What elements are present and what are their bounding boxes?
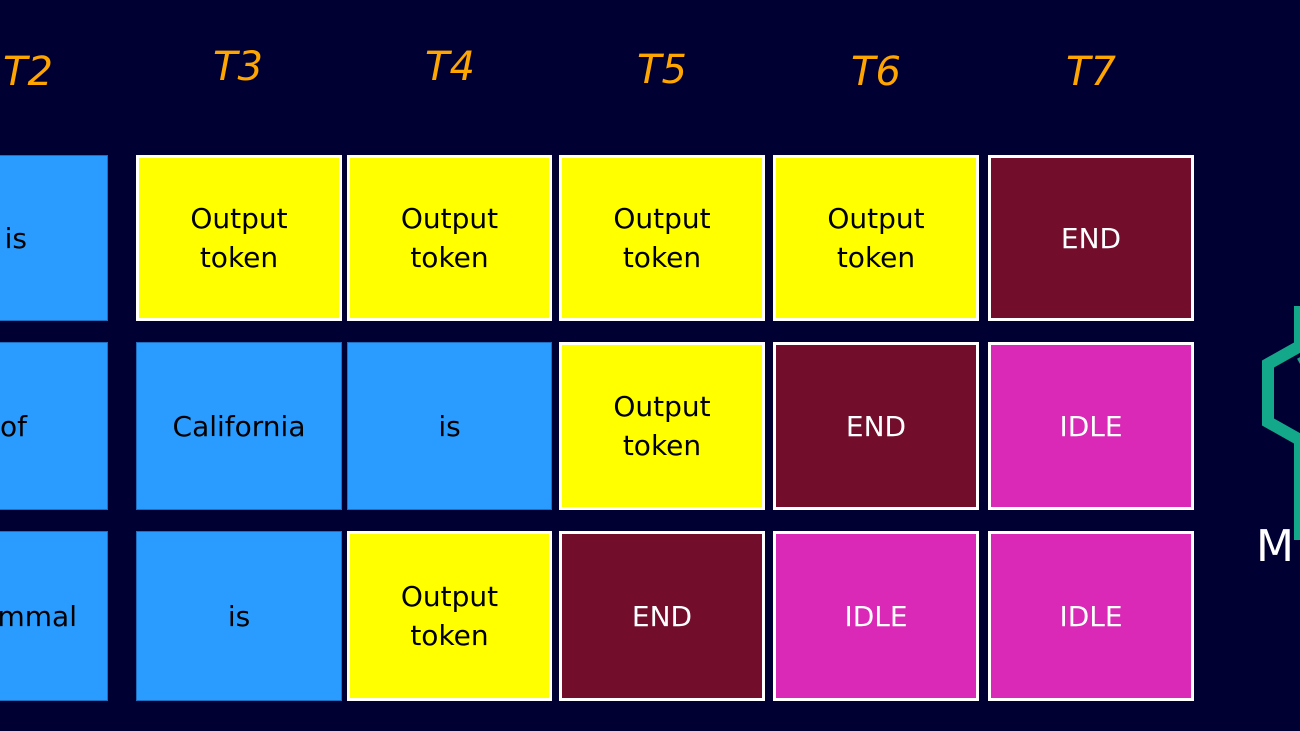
token-text: Output token	[613, 390, 711, 462]
token-text: mmal	[0, 599, 77, 633]
token-cell-output: Output token	[346, 530, 553, 702]
token-cell-output: Output token	[558, 154, 766, 322]
token-text: is	[227, 599, 251, 633]
timestep-label-t5: T5	[637, 47, 687, 93]
token-text: of	[0, 409, 27, 443]
token-cell-output: Output token	[558, 341, 766, 511]
batching-diagram: T2 T3 T4 T5 T6 T7 is Output token Output token O…	[0, 0, 1300, 731]
token-text: California	[172, 409, 306, 443]
token-text: END	[1060, 221, 1122, 255]
token-text: IDLE	[844, 599, 908, 633]
token-cell-input: of	[0, 342, 108, 510]
token-text: Output token	[827, 202, 925, 274]
token-cell-output: Output token	[772, 154, 980, 322]
token-cell-end: END	[559, 531, 765, 701]
token-cell-input: is	[0, 155, 108, 321]
logo-text: M	[1256, 521, 1294, 572]
timestep-label-t3: T3	[213, 44, 263, 90]
token-text: IDLE	[1059, 599, 1123, 633]
timestep-label-t7: T7	[1066, 49, 1116, 95]
timestep-label-t4: T4	[425, 44, 475, 90]
timestep-label-t6: T6	[851, 49, 901, 95]
token-text: Output token	[400, 202, 499, 274]
token-cell-output: Output token	[135, 154, 343, 322]
token-cell-end: END	[773, 342, 979, 510]
token-text: END	[845, 409, 907, 443]
token-cell-idle: IDLE	[773, 531, 979, 701]
token-text: Output token	[400, 580, 499, 652]
token-cell-input: California	[136, 342, 342, 510]
token-text: is	[4, 221, 27, 255]
token-text: Output token	[613, 202, 711, 274]
token-cell-input: is	[136, 531, 342, 701]
token-cell-idle: IDLE	[988, 531, 1194, 701]
token-cell-input: is	[347, 342, 552, 510]
token-cell-output: Output token	[346, 154, 553, 322]
token-text: Output token	[190, 202, 288, 274]
token-text: is	[438, 409, 461, 443]
token-cell-end: END	[988, 155, 1194, 321]
token-text: END	[631, 599, 693, 633]
token-cell-idle: IDLE	[988, 342, 1194, 510]
model-server-hexagon-icon	[1262, 306, 1300, 540]
token-cell-input: mmal	[0, 531, 108, 701]
timestep-label-t2: T2	[3, 49, 53, 95]
token-text: IDLE	[1059, 409, 1123, 443]
